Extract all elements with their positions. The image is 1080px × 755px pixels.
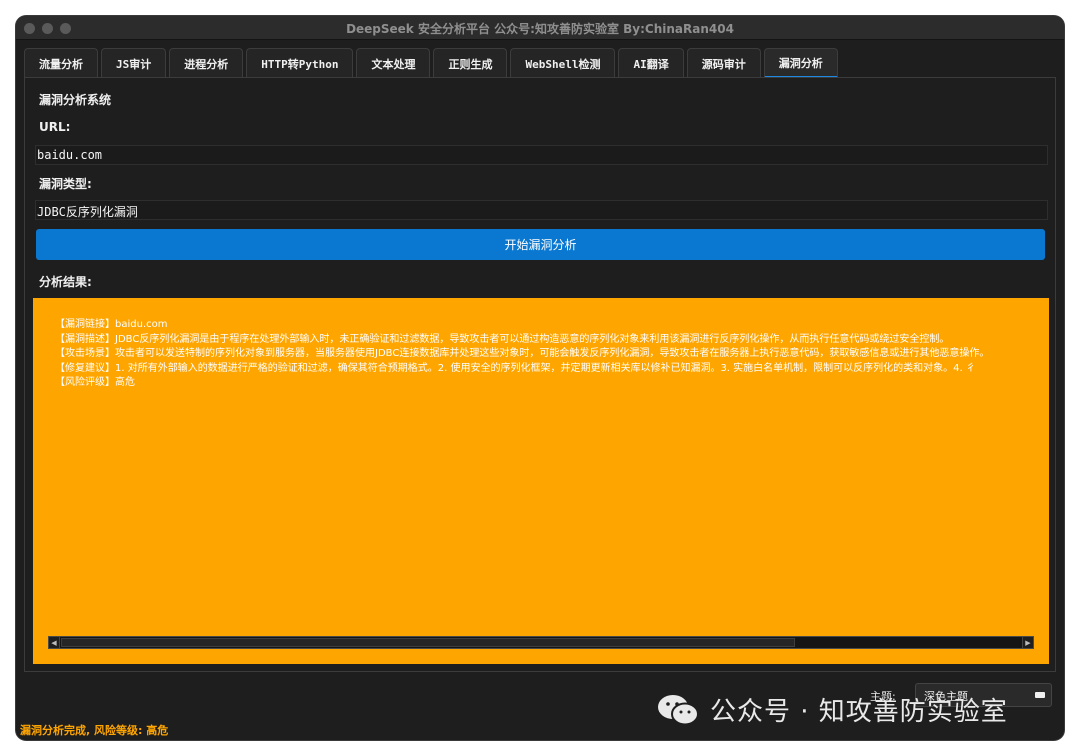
watermark: 公众号 · 知攻善防实验室 xyxy=(656,691,1008,728)
vuln-type-label: 漏洞类型: xyxy=(39,177,92,191)
result-line-rating: 【风险评级】高危 xyxy=(55,377,135,388)
tab-source-audit[interactable]: 源码审计 xyxy=(686,48,761,78)
app-window: DeepSeek 安全分析平台 公众号:知攻善防实验室 By:ChinaRan4… xyxy=(16,16,1064,740)
tab-vuln-analysis[interactable]: 漏洞分析 xyxy=(763,48,838,78)
tab-bar: 流量分析 JS审计 进程分析 HTTP转Python 文本处理 正则生成 Web… xyxy=(24,48,841,78)
tab-http-to-python[interactable]: HTTP转Python xyxy=(246,48,354,78)
watermark-text: 公众号 · 知攻善防实验室 xyxy=(710,697,1008,727)
window-title: DeepSeek 安全分析平台 公众号:知攻善防实验室 By:ChinaRan4… xyxy=(346,22,734,36)
start-analysis-button[interactable]: 开始漏洞分析 xyxy=(36,229,1045,260)
scrollbar-thumb[interactable] xyxy=(61,638,795,647)
result-label: 分析结果: xyxy=(39,275,92,289)
tab-webshell-detection[interactable]: WebShell检测 xyxy=(510,48,616,78)
result-textarea[interactable]: 【漏洞链接】baidu.com 【漏洞描述】JDBC反序列化漏洞是由于程序在处理… xyxy=(33,298,1049,664)
result-line-description: 【漏洞描述】JDBC反序列化漏洞是由于程序在处理外部输入时，未正确验证和过滤数据… xyxy=(55,333,950,345)
url-label: URL: xyxy=(39,120,71,134)
chevron-right-icon[interactable]: ▶ xyxy=(1022,637,1033,648)
tab-traffic-analysis[interactable]: 流量分析 xyxy=(24,48,98,78)
tab-text-processing[interactable]: 文本处理 xyxy=(356,48,431,78)
tab-ai-translate[interactable]: AI翻译 xyxy=(618,48,684,78)
status-bar-text: 漏洞分析完成, 风险等级: 高危 xyxy=(20,724,169,737)
vuln-analysis-panel: 漏洞分析系统 URL: baidu.com 漏洞类型: JDBC反序列化漏洞 开… xyxy=(24,77,1056,672)
result-content: 【漏洞链接】baidu.com 【漏洞描述】JDBC反序列化漏洞是由于程序在处理… xyxy=(55,318,1035,391)
tab-regex-generation[interactable]: 正则生成 xyxy=(433,48,508,78)
wechat-icon xyxy=(658,694,699,725)
url-input[interactable]: baidu.com xyxy=(35,145,1048,165)
tab-process-analysis[interactable]: 进程分析 xyxy=(169,48,244,78)
horizontal-scrollbar[interactable]: ◀ ▶ xyxy=(48,636,1034,649)
tab-js-audit[interactable]: JS审计 xyxy=(101,48,167,78)
result-line-fix: 【修复建议】1. 对所有外部输入的数据进行严格的验证和过滤，确保其符合预期格式。… xyxy=(55,362,976,374)
result-line-link: 【漏洞链接】baidu.com xyxy=(55,319,168,330)
titlebar: DeepSeek 安全分析平台 公众号:知攻善防实验室 By:ChinaRan4… xyxy=(16,16,1064,40)
vuln-type-input[interactable]: JDBC反序列化漏洞 xyxy=(35,200,1048,220)
panel-heading: 漏洞分析系统 xyxy=(39,93,112,107)
chevron-down-icon xyxy=(1035,692,1045,698)
result-line-scenario: 【攻击场景】攻击者可以发送特制的序列化对象到服务器，当服务器使用JDBC连接数据… xyxy=(55,348,990,359)
chevron-left-icon[interactable]: ◀ xyxy=(49,637,60,648)
